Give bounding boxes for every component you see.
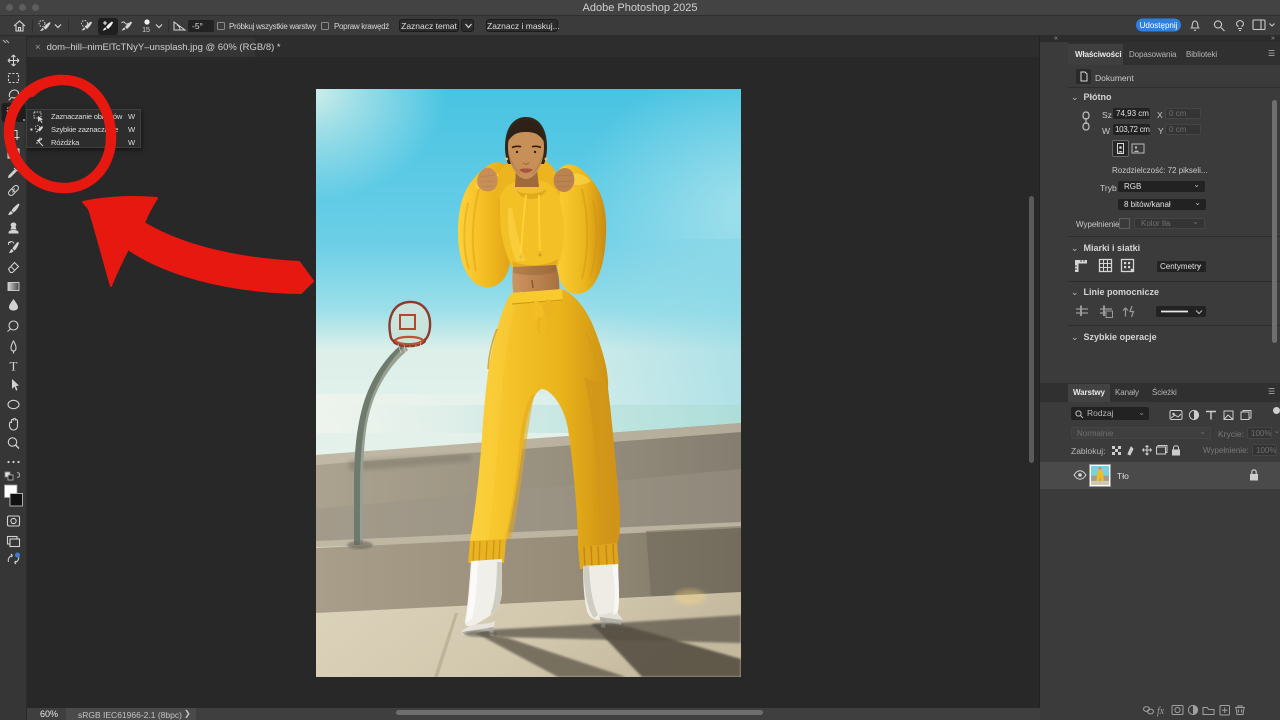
- svg-text:fx: fx: [1157, 706, 1165, 717]
- svg-text:T: T: [10, 359, 18, 374]
